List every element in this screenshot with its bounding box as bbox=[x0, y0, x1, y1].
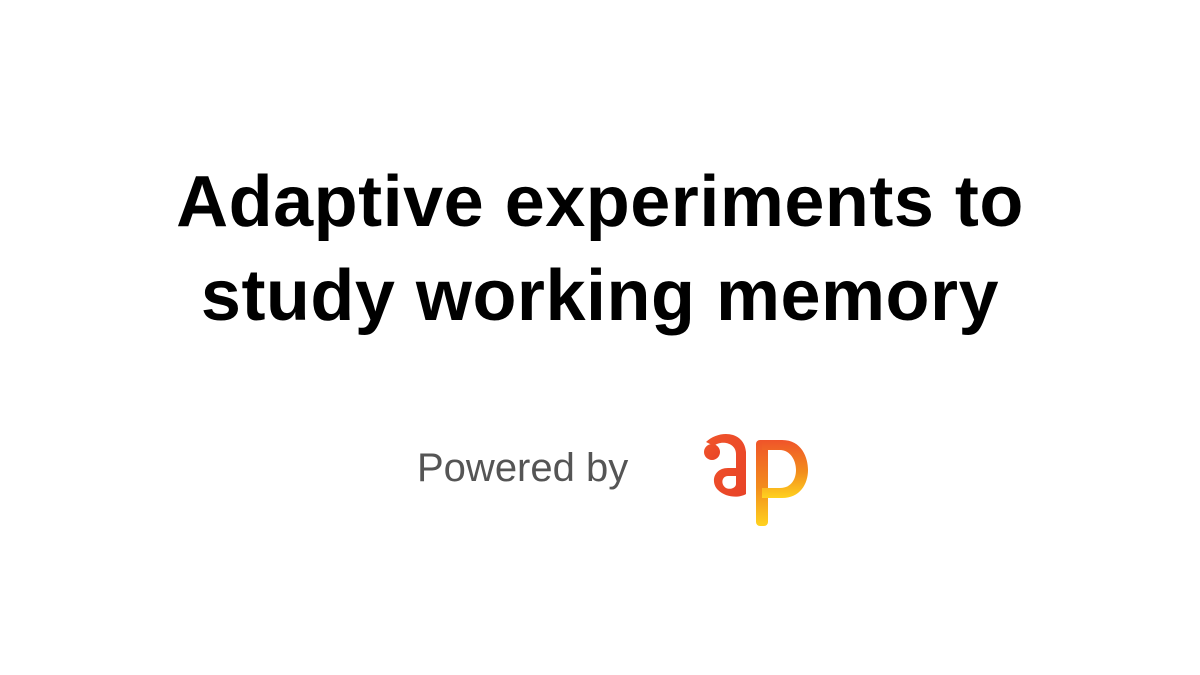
logo-dot bbox=[704, 444, 720, 460]
slide-title: Adaptive experiments to study working me… bbox=[0, 155, 1200, 343]
powered-by-label: Powered by bbox=[417, 446, 629, 490]
title-slide: Adaptive experiments to study working me… bbox=[0, 0, 1200, 675]
logo-p-stem bbox=[756, 440, 768, 526]
title-line-1: Adaptive experiments to bbox=[176, 162, 1024, 242]
brand-logo-svg bbox=[704, 433, 808, 526]
title-line-2: study working memory bbox=[200, 256, 1000, 336]
logo-a-stroke bbox=[706, 433, 746, 497]
brand-logo-icon bbox=[700, 432, 810, 528]
logo-p-bowl bbox=[762, 440, 808, 498]
